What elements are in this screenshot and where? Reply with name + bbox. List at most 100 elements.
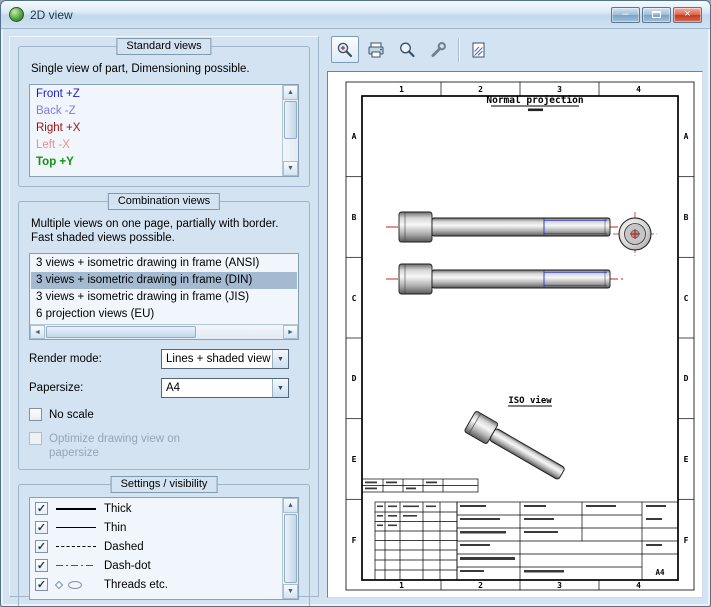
title-block — [362, 479, 678, 580]
settings-scrollbar[interactable]: ▲ ▼ — [282, 498, 298, 599]
setting-row-thick[interactable]: ✓ Thick — [31, 499, 281, 518]
group-settings-label: Settings / visibility — [111, 476, 218, 493]
title-block-text-marks — [365, 482, 666, 573]
papersize-label: Papersize: — [29, 382, 161, 394]
list-item-top-y[interactable]: Top +Y — [31, 154, 281, 171]
scroll-down-icon[interactable]: ▼ — [283, 161, 298, 176]
print-button[interactable] — [362, 36, 390, 63]
svg-text:4: 4 — [636, 581, 641, 590]
svg-text:1: 1 — [399, 85, 404, 94]
scroll-up-icon[interactable]: ▲ — [283, 498, 298, 513]
chevron-down-icon[interactable]: ▼ — [272, 379, 288, 397]
combination-views-description: Multiple views on one page, partially wi… — [31, 217, 293, 245]
dialog-2d-view: 2D view – × Standard views Single view o… — [0, 0, 711, 607]
close-icon: × — [684, 9, 690, 20]
titlebar[interactable]: 2D view – × — [1, 1, 710, 29]
render-mode-select[interactable]: Lines + shaded view ▼ — [161, 349, 289, 369]
setting-row-dashed[interactable]: ✓ Dashed — [31, 537, 281, 556]
thin-label: Thin — [104, 522, 126, 534]
window-title: 2D view — [30, 8, 73, 22]
standard-views-description: Single view of part, Dimensioning possib… — [31, 62, 293, 76]
zoom-button[interactable] — [393, 36, 421, 63]
optimize-row: Optimize drawing view on papersize — [29, 432, 299, 460]
scroll-up-icon[interactable]: ▲ — [283, 85, 298, 100]
list-item-right-x[interactable]: Right +X — [31, 120, 281, 137]
threads-checkbox[interactable]: ✓ — [35, 578, 48, 591]
list-item-left-x[interactable]: Left -X — [31, 137, 281, 154]
svg-text:D: D — [684, 374, 689, 383]
thick-line-icon — [56, 508, 96, 510]
tools-button[interactable] — [424, 36, 452, 63]
dashdot-label: Dash-dot — [104, 560, 151, 572]
check-icon: ✓ — [37, 578, 46, 591]
check-icon: ✓ — [37, 502, 46, 515]
scrollbar-thumb[interactable] — [284, 514, 297, 583]
zoom-window-button[interactable] — [331, 36, 359, 63]
threads-icon — [56, 581, 96, 589]
iso-view: ISO view — [464, 395, 568, 484]
scrollbar-thumb[interactable] — [46, 326, 196, 338]
dashed-label: Dashed — [104, 541, 144, 553]
dashed-line-icon — [56, 546, 96, 547]
sheet-settings-button[interactable] — [465, 36, 493, 63]
svg-text:F: F — [352, 536, 357, 545]
list-item-eu[interactable]: 6 projection views (EU) — [31, 306, 297, 323]
svg-text:3: 3 — [557, 85, 562, 94]
minimize-icon: – — [622, 9, 628, 20]
list-item-jis[interactable]: 3 views + isometric drawing in frame (JI… — [31, 289, 297, 306]
minimize-button[interactable]: – — [611, 7, 640, 23]
svg-text:2: 2 — [478, 85, 483, 94]
iso-bolt — [464, 411, 568, 485]
standard-views-scrollbar[interactable]: ▲ ▼ — [282, 85, 298, 176]
drawing-viewport[interactable]: A B C D E F A B C D E F 1 2 3 4 1 2 3 4 — [327, 71, 703, 598]
check-icon: ✓ — [37, 559, 46, 572]
dashed-checkbox[interactable]: ✓ — [35, 540, 48, 553]
scrollbar-thumb[interactable] — [284, 101, 297, 139]
combination-views-hscrollbar[interactable]: ◄ ► — [30, 324, 298, 339]
svg-text:4: 4 — [636, 85, 641, 94]
svg-text:E: E — [684, 455, 689, 464]
magnifier-icon — [397, 40, 417, 60]
list-item-front-z[interactable]: Front +Z — [31, 86, 281, 103]
papersize-value: A4 — [162, 379, 272, 397]
scrollbar-track[interactable] — [197, 325, 283, 339]
group-settings-visibility: Settings / visibility ✓ Thick ✓ Thin ✓ — [18, 484, 310, 607]
setting-row-thin[interactable]: ✓ Thin — [31, 518, 281, 537]
list-item-din-selected[interactable]: 3 views + isometric drawing in frame (DI… — [31, 272, 297, 289]
thick-checkbox[interactable]: ✓ — [35, 502, 48, 515]
svg-text:C: C — [684, 294, 689, 303]
svg-text:A: A — [352, 132, 357, 141]
setting-row-threads[interactable]: ✓ Threads etc. — [31, 575, 281, 594]
svg-text:B: B — [684, 213, 689, 222]
scroll-down-icon[interactable]: ▼ — [283, 584, 298, 599]
scroll-right-icon[interactable]: ► — [283, 325, 298, 339]
chevron-down-icon[interactable]: ▼ — [272, 350, 288, 368]
close-button[interactable]: × — [673, 7, 702, 23]
toolbar-separator — [458, 38, 459, 62]
svg-text:3: 3 — [557, 581, 562, 590]
svg-text:Normal projection: Normal projection — [486, 95, 583, 106]
maximize-button[interactable] — [642, 7, 671, 23]
papersize-select[interactable]: A4 ▼ — [161, 378, 289, 398]
svg-text:ISO view: ISO view — [508, 395, 552, 406]
caption-controls: – × — [611, 7, 702, 23]
list-item-ansi[interactable]: 3 views + isometric drawing in frame (AN… — [31, 255, 297, 272]
sheet-settings-icon — [469, 40, 489, 60]
thin-checkbox[interactable]: ✓ — [35, 521, 48, 534]
dashdot-checkbox[interactable]: ✓ — [35, 559, 48, 572]
no-scale-label: No scale — [49, 408, 94, 422]
svg-text:C: C — [352, 294, 357, 303]
left-panel: Standard views Single view of part, Dime… — [9, 36, 319, 597]
standard-views-list: Front +Z Back -Z Right +X Left -X Top +Y… — [29, 84, 299, 177]
no-scale-checkbox[interactable] — [29, 408, 42, 421]
maximize-icon — [652, 11, 661, 18]
scrollbar-track[interactable] — [283, 140, 298, 161]
setting-row-dashdot[interactable]: ✓ Dash-dot — [31, 556, 281, 575]
render-mode-value: Lines + shaded view — [162, 350, 272, 368]
scroll-left-icon[interactable]: ◄ — [30, 325, 45, 339]
list-item-back-z[interactable]: Back -Z — [31, 103, 281, 120]
bolt-side-view-2 — [386, 264, 625, 294]
svg-text:E: E — [352, 455, 357, 464]
wrench-icon — [428, 40, 448, 60]
printer-icon — [366, 40, 386, 60]
